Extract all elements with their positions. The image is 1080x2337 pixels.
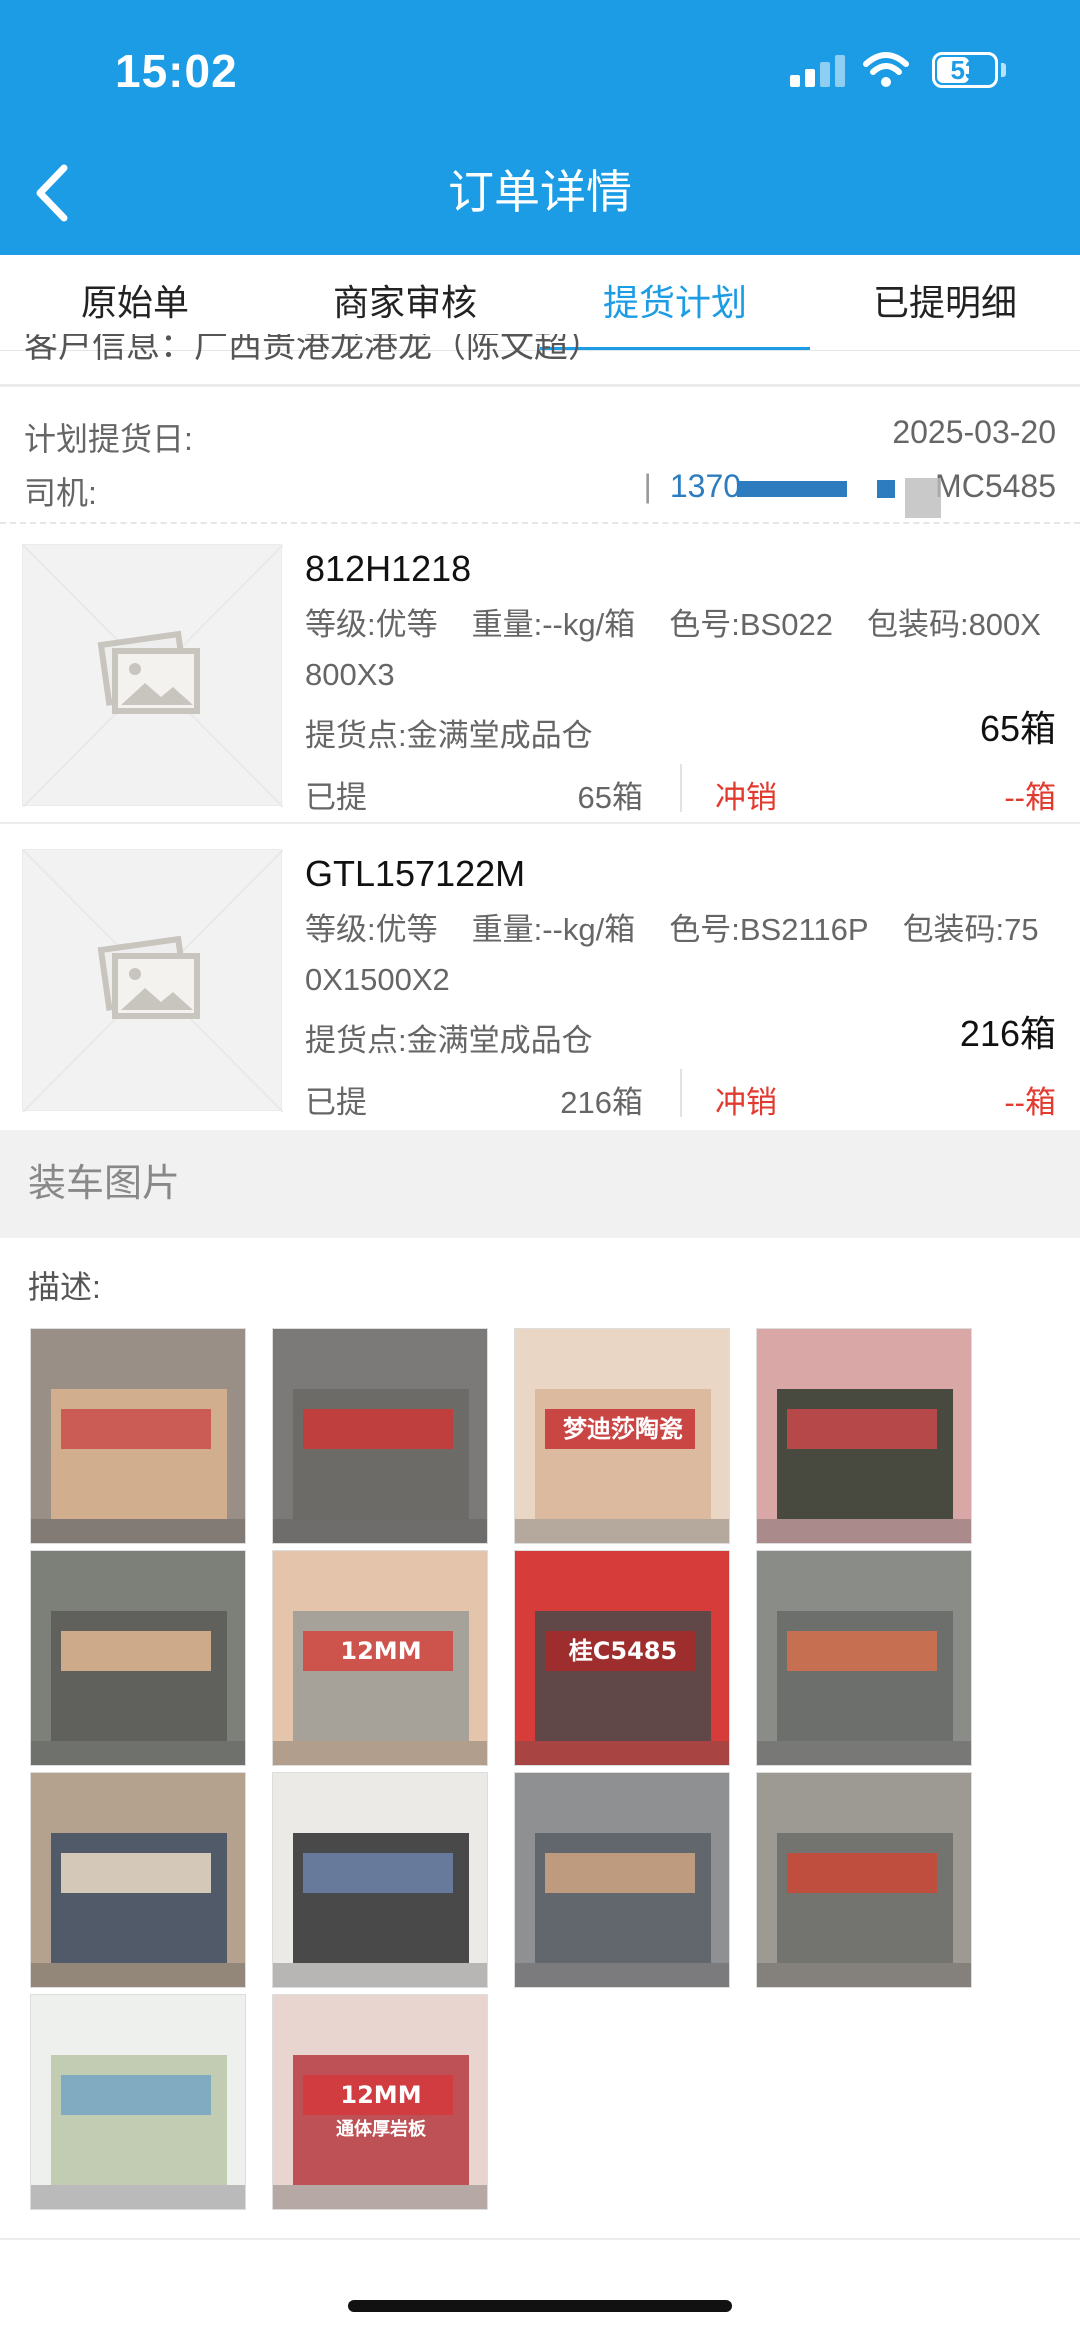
- divider: [0, 2238, 1080, 2240]
- product-weight: 重量:--kg/箱: [471, 607, 636, 642]
- divider: [680, 1069, 682, 1117]
- picked-label: 已提: [305, 780, 367, 815]
- divider: [680, 764, 682, 812]
- image-placeholder-icon: [23, 545, 283, 807]
- picked-value: 65箱: [577, 780, 643, 815]
- planned-quantity: 65箱: [979, 708, 1056, 749]
- product-grade: 等级:优等: [305, 912, 438, 947]
- tab-picked-details[interactable]: 已提明细: [810, 255, 1080, 350]
- section-title: 装车图片: [28, 1163, 181, 1205]
- loading-photo[interactable]: [30, 1328, 246, 1544]
- image-placeholder-icon: [23, 850, 283, 1112]
- driver-plate: MC5485: [935, 468, 1056, 504]
- driver-row: 司机: | 1370 MC5485: [24, 468, 1056, 514]
- battery-level: 53: [950, 55, 980, 85]
- product-color: 色号:BS022: [669, 607, 833, 642]
- product-code: GTL157122M: [305, 853, 526, 894]
- page-title: 订单详情: [448, 166, 632, 218]
- redaction-mask: [905, 478, 941, 518]
- svg-text:桂C5485: 桂C5485: [569, 1637, 677, 1665]
- picked-label: 已提: [305, 1085, 367, 1120]
- driver-phone[interactable]: 1370: [670, 468, 741, 504]
- svg-text:12MM: 12MM: [340, 1637, 421, 1665]
- product-image-placeholder: [22, 849, 283, 1112]
- description-label: 描述:: [28, 1269, 101, 1305]
- divider: [0, 384, 1080, 387]
- pickup-point: 提货点:金满堂成品仓: [305, 718, 593, 753]
- writeoff-value: --箱: [1004, 780, 1056, 815]
- planned-quantity: 216箱: [959, 1013, 1056, 1054]
- customer-info-partial: 客户信息：广西贵港龙港龙（陈文超）: [24, 334, 602, 360]
- svg-text:通体厚岩板: 通体厚岩板: [336, 2118, 427, 2140]
- pickup-point: 提货点:金满堂成品仓: [305, 1023, 593, 1058]
- status-time: 15:02: [115, 45, 238, 97]
- loading-photo[interactable]: 12MM 通体厚岩板: [272, 1994, 488, 2210]
- cellular-signal-icon: [790, 55, 846, 87]
- loading-photo[interactable]: [272, 1772, 488, 1988]
- loading-photo[interactable]: [30, 1550, 246, 1766]
- list-item[interactable]: 812H1218 等级:优等 重量:--kg/箱 色号:BS022 包装码:800X8…: [0, 532, 1080, 830]
- loading-photo[interactable]: [756, 1328, 972, 1544]
- product-code: 812H1218: [305, 548, 472, 589]
- list-item[interactable]: GTL157122M 等级:优等 重量:--kg/箱 色号:BS2116P 包装码:7…: [0, 837, 1080, 1135]
- product-attributes: 等级:优等 重量:--kg/箱 色号:BS2116P 包装码:750X1500X2: [305, 905, 1055, 1005]
- svg-text:12MM: 12MM: [340, 2081, 421, 2109]
- divider: [0, 822, 1080, 824]
- product-weight: 重量:--kg/箱: [471, 912, 636, 947]
- writeoff-label: 冲销: [715, 1085, 777, 1120]
- picked-value: 216箱: [560, 1085, 643, 1120]
- loading-photo[interactable]: [756, 1772, 972, 1988]
- svg-text:梦迪莎陶瓷: 梦迪莎陶瓷: [563, 1415, 683, 1443]
- driver-label: 司机:: [24, 475, 97, 511]
- loading-photo[interactable]: 12MM: [272, 1550, 488, 1766]
- loading-photo[interactable]: [30, 1994, 246, 2210]
- loading-photo[interactable]: 桂C5485: [514, 1550, 730, 1766]
- battery-nub: [1001, 63, 1006, 77]
- home-indicator: [348, 2300, 732, 2312]
- writeoff-value: --箱: [1004, 1085, 1056, 1120]
- loading-photo[interactable]: [756, 1550, 972, 1766]
- loading-photo[interactable]: [514, 1772, 730, 1988]
- product-color: 色号:BS2116P: [669, 912, 869, 947]
- driver-value: | 1370 MC5485: [643, 468, 1056, 504]
- plan-date-row: 计划提货日: 2025-03-20: [24, 414, 1056, 460]
- plan-date-label: 计划提货日:: [24, 421, 193, 457]
- loading-photo[interactable]: [30, 1772, 246, 1988]
- battery-icon: 53: [932, 52, 998, 88]
- wifi-icon: [863, 52, 909, 87]
- writeoff-label: 冲销: [715, 780, 777, 815]
- product-attributes: 等级:优等 重量:--kg/箱 色号:BS022 包装码:800X800X3: [305, 600, 1055, 700]
- loading-photos-header: 装车图片: [0, 1130, 1080, 1238]
- loading-photo[interactable]: 梦迪莎陶瓷: [514, 1328, 730, 1544]
- product-grade: 等级:优等: [305, 607, 438, 642]
- app-header: 15:02 53 订单详情: [0, 0, 1080, 255]
- dashed-divider: [0, 522, 1080, 524]
- plan-date-value: 2025-03-20: [892, 414, 1056, 450]
- product-image-placeholder: [22, 544, 283, 807]
- loading-photo[interactable]: [272, 1328, 488, 1544]
